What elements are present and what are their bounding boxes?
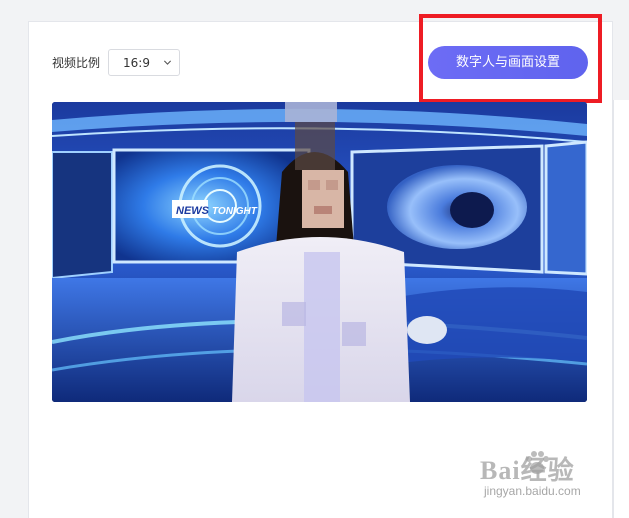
screen-tonight-text: TONIGHT bbox=[212, 206, 258, 217]
screen-news-text: NEWS bbox=[176, 205, 210, 217]
video-ratio-label: 视频比例 bbox=[52, 56, 101, 70]
avatar-and-scene-settings-button[interactable]: 数字人与画面设置 bbox=[428, 46, 588, 79]
video-ratio-select[interactable]: 16:9 bbox=[108, 49, 180, 76]
page: 视频比例 16:9 数字人与画面设置 NEWS TONIGHT Bai经验 ji… bbox=[0, 0, 629, 518]
chevron-down-icon bbox=[163, 60, 172, 65]
side-panel-edge bbox=[613, 100, 629, 518]
video-preview: NEWS TONIGHT bbox=[52, 102, 587, 402]
news-studio-scene: NEWS TONIGHT bbox=[52, 102, 587, 402]
video-ratio-value: 16:9 bbox=[123, 56, 150, 70]
